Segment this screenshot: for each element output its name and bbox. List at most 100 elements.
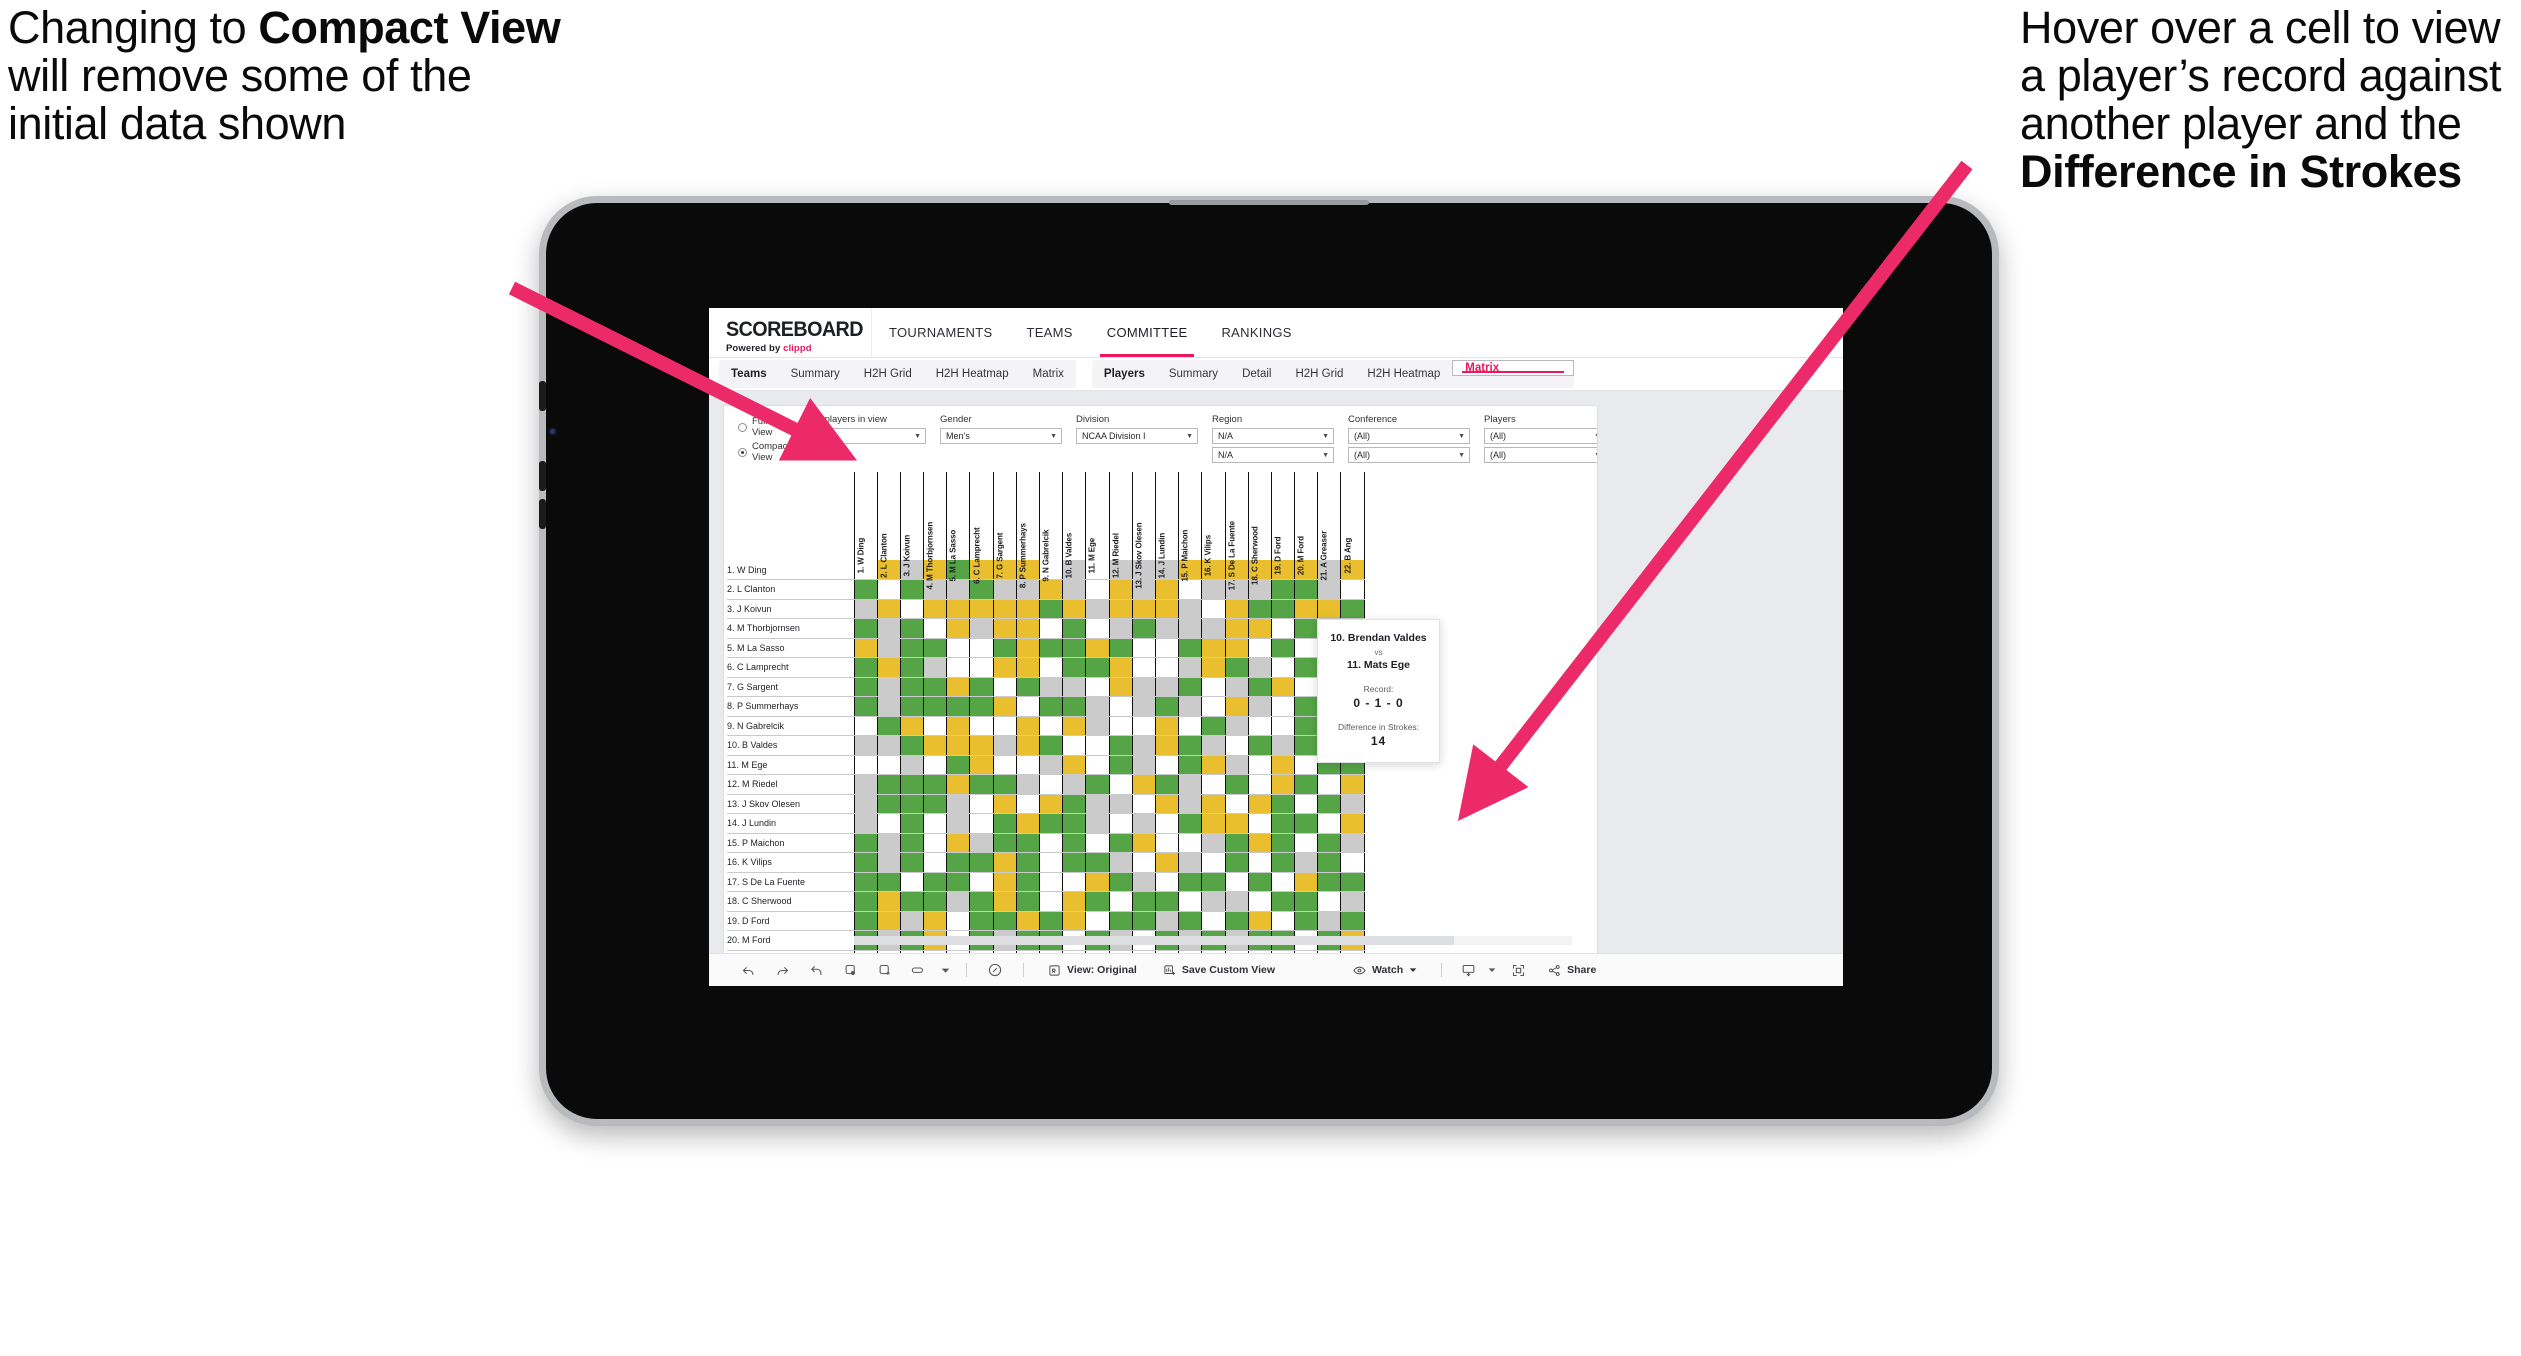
matrix-cell[interactable] bbox=[1015, 618, 1041, 639]
matrix-cell[interactable] bbox=[1224, 657, 1249, 678]
matrix-cell[interactable] bbox=[946, 618, 971, 639]
matrix-cell[interactable] bbox=[1201, 716, 1226, 736]
matrix-cell[interactable] bbox=[1038, 794, 1064, 814]
matrix-cell[interactable] bbox=[992, 794, 1017, 814]
matrix-column-header[interactable]: 22. B Ang bbox=[1340, 472, 1365, 574]
matrix-row-label[interactable]: 20. M Ford bbox=[727, 930, 854, 951]
matrix-column-header[interactable]: 10. B Valdes bbox=[1062, 472, 1087, 579]
matrix-cell[interactable] bbox=[853, 872, 878, 892]
matrix-row-label[interactable]: 3. J Koivun bbox=[727, 599, 854, 619]
matrix-cell[interactable] bbox=[969, 852, 994, 873]
matrix-cell[interactable] bbox=[1247, 657, 1272, 678]
matrix-cell[interactable] bbox=[1038, 755, 1064, 775]
filter-gender-select[interactable]: Men’s ▼ bbox=[940, 428, 1063, 444]
matrix-column-header[interactable]: 9. N Gabrelcik bbox=[1038, 472, 1064, 582]
matrix-cell[interactable] bbox=[969, 677, 994, 697]
matrix-cell[interactable] bbox=[1108, 774, 1133, 795]
matrix-cell[interactable] bbox=[1038, 872, 1064, 892]
save-custom-view-button[interactable]: Save Custom View bbox=[1150, 964, 1288, 977]
matrix-cell[interactable] bbox=[946, 599, 971, 619]
download-icon[interactable] bbox=[1453, 954, 1483, 987]
matrix-row-label[interactable]: 19. D Ford bbox=[727, 911, 854, 931]
matrix-cell[interactable] bbox=[1108, 716, 1133, 736]
matrix-cell[interactable] bbox=[1317, 774, 1342, 795]
nav-tab-committee[interactable]: COMMITTEE bbox=[1090, 308, 1205, 357]
matrix-cell[interactable] bbox=[1154, 852, 1180, 873]
matrix-cell[interactable] bbox=[1270, 716, 1296, 736]
matrix-cell[interactable] bbox=[1062, 579, 1087, 600]
matrix-cell[interactable] bbox=[1270, 638, 1296, 658]
matrix-cell[interactable] bbox=[969, 833, 994, 853]
filter-players-select-2[interactable]: (All) ▼ bbox=[1484, 447, 1597, 463]
matrix-cell[interactable] bbox=[946, 677, 971, 697]
matrix-cell[interactable] bbox=[946, 579, 971, 600]
matrix-cell[interactable] bbox=[1062, 755, 1087, 775]
matrix-column-header[interactable]: 6. C Lamprecht bbox=[969, 472, 994, 584]
matrix-cell[interactable] bbox=[876, 618, 901, 639]
matrix-cell[interactable] bbox=[1247, 735, 1272, 756]
matrix-cell[interactable] bbox=[1085, 794, 1110, 814]
subtab-teams-h2h-grid[interactable]: H2H Grid bbox=[852, 360, 924, 388]
matrix-cell[interactable] bbox=[992, 716, 1017, 736]
matrix-cell[interactable] bbox=[1224, 911, 1249, 931]
matrix-column-header[interactable]: 15. P Maichon bbox=[1178, 472, 1203, 582]
matrix-cell[interactable] bbox=[946, 891, 971, 912]
matrix-cell[interactable] bbox=[853, 638, 878, 658]
matrix-cell[interactable] bbox=[1085, 618, 1110, 639]
matrix-cell[interactable] bbox=[1294, 813, 1319, 834]
subtab-players-summary[interactable]: Summary bbox=[1157, 360, 1230, 388]
matrix-cell[interactable] bbox=[1131, 872, 1156, 892]
matrix-cell[interactable] bbox=[1108, 852, 1133, 873]
scrollbar-thumb[interactable] bbox=[854, 936, 1454, 945]
radio-compact-view[interactable]: Compact View bbox=[738, 441, 790, 463]
matrix-cell[interactable] bbox=[1015, 891, 1041, 912]
matrix-row-label[interactable]: 15. P Maichon bbox=[727, 833, 854, 853]
matrix-cell[interactable] bbox=[1131, 638, 1156, 658]
matrix-cell[interactable] bbox=[1108, 696, 1133, 717]
matrix-cell[interactable] bbox=[1270, 755, 1296, 775]
matrix-cell[interactable] bbox=[1131, 755, 1156, 775]
matrix-cell[interactable] bbox=[1131, 911, 1156, 931]
matrix-cell[interactable] bbox=[1108, 794, 1133, 814]
matrix-cell[interactable] bbox=[899, 579, 925, 600]
matrix-cell[interactable] bbox=[1247, 677, 1272, 697]
matrix-cell[interactable] bbox=[1038, 735, 1064, 756]
matrix-cell[interactable] bbox=[1131, 657, 1156, 678]
matrix-cell[interactable] bbox=[1340, 872, 1365, 892]
matrix-cell[interactable] bbox=[1340, 852, 1365, 873]
matrix-cell[interactable] bbox=[853, 735, 878, 756]
matrix-cell[interactable] bbox=[876, 774, 901, 795]
matrix-cell[interactable] bbox=[899, 677, 925, 697]
matrix-cell[interactable] bbox=[1154, 872, 1180, 892]
matrix-cell[interactable] bbox=[853, 774, 878, 795]
matrix-cell[interactable] bbox=[1340, 579, 1365, 600]
matrix-cell[interactable] bbox=[1178, 852, 1203, 873]
nav-tab-rankings[interactable]: RANKINGS bbox=[1204, 308, 1308, 357]
matrix-cell[interactable] bbox=[1340, 794, 1365, 814]
matrix-cell[interactable] bbox=[992, 657, 1017, 678]
matrix-cell[interactable] bbox=[853, 833, 878, 853]
matrix-cell[interactable] bbox=[1317, 911, 1342, 931]
matrix-cell[interactable] bbox=[1015, 911, 1041, 931]
matrix-cell[interactable] bbox=[1270, 735, 1296, 756]
matrix-cell[interactable] bbox=[1294, 599, 1319, 619]
matrix-cell[interactable] bbox=[946, 638, 971, 658]
matrix-column-header[interactable]: 2. L Clanton bbox=[876, 472, 901, 578]
matrix-cell[interactable] bbox=[946, 735, 971, 756]
matrix-cell[interactable] bbox=[923, 833, 948, 853]
matrix-cell[interactable] bbox=[876, 891, 901, 912]
matrix-cell[interactable] bbox=[853, 716, 878, 736]
matrix-column-header[interactable]: 13. J Skov Olesen bbox=[1131, 472, 1156, 589]
matrix-cell[interactable] bbox=[1062, 677, 1087, 697]
chevron-down-icon[interactable] bbox=[1483, 954, 1501, 987]
matrix-cell[interactable] bbox=[1201, 677, 1226, 697]
matrix-cell[interactable] bbox=[1015, 872, 1041, 892]
matrix-cell[interactable] bbox=[1178, 794, 1203, 814]
matrix-cell[interactable] bbox=[1294, 852, 1319, 873]
matrix-cell[interactable] bbox=[1224, 735, 1249, 756]
matrix-cell[interactable] bbox=[1247, 872, 1272, 892]
matrix-cell[interactable] bbox=[1154, 813, 1180, 834]
matrix-cell[interactable] bbox=[876, 735, 901, 756]
matrix-cell[interactable] bbox=[1038, 638, 1064, 658]
matrix-cell[interactable] bbox=[1062, 813, 1087, 834]
